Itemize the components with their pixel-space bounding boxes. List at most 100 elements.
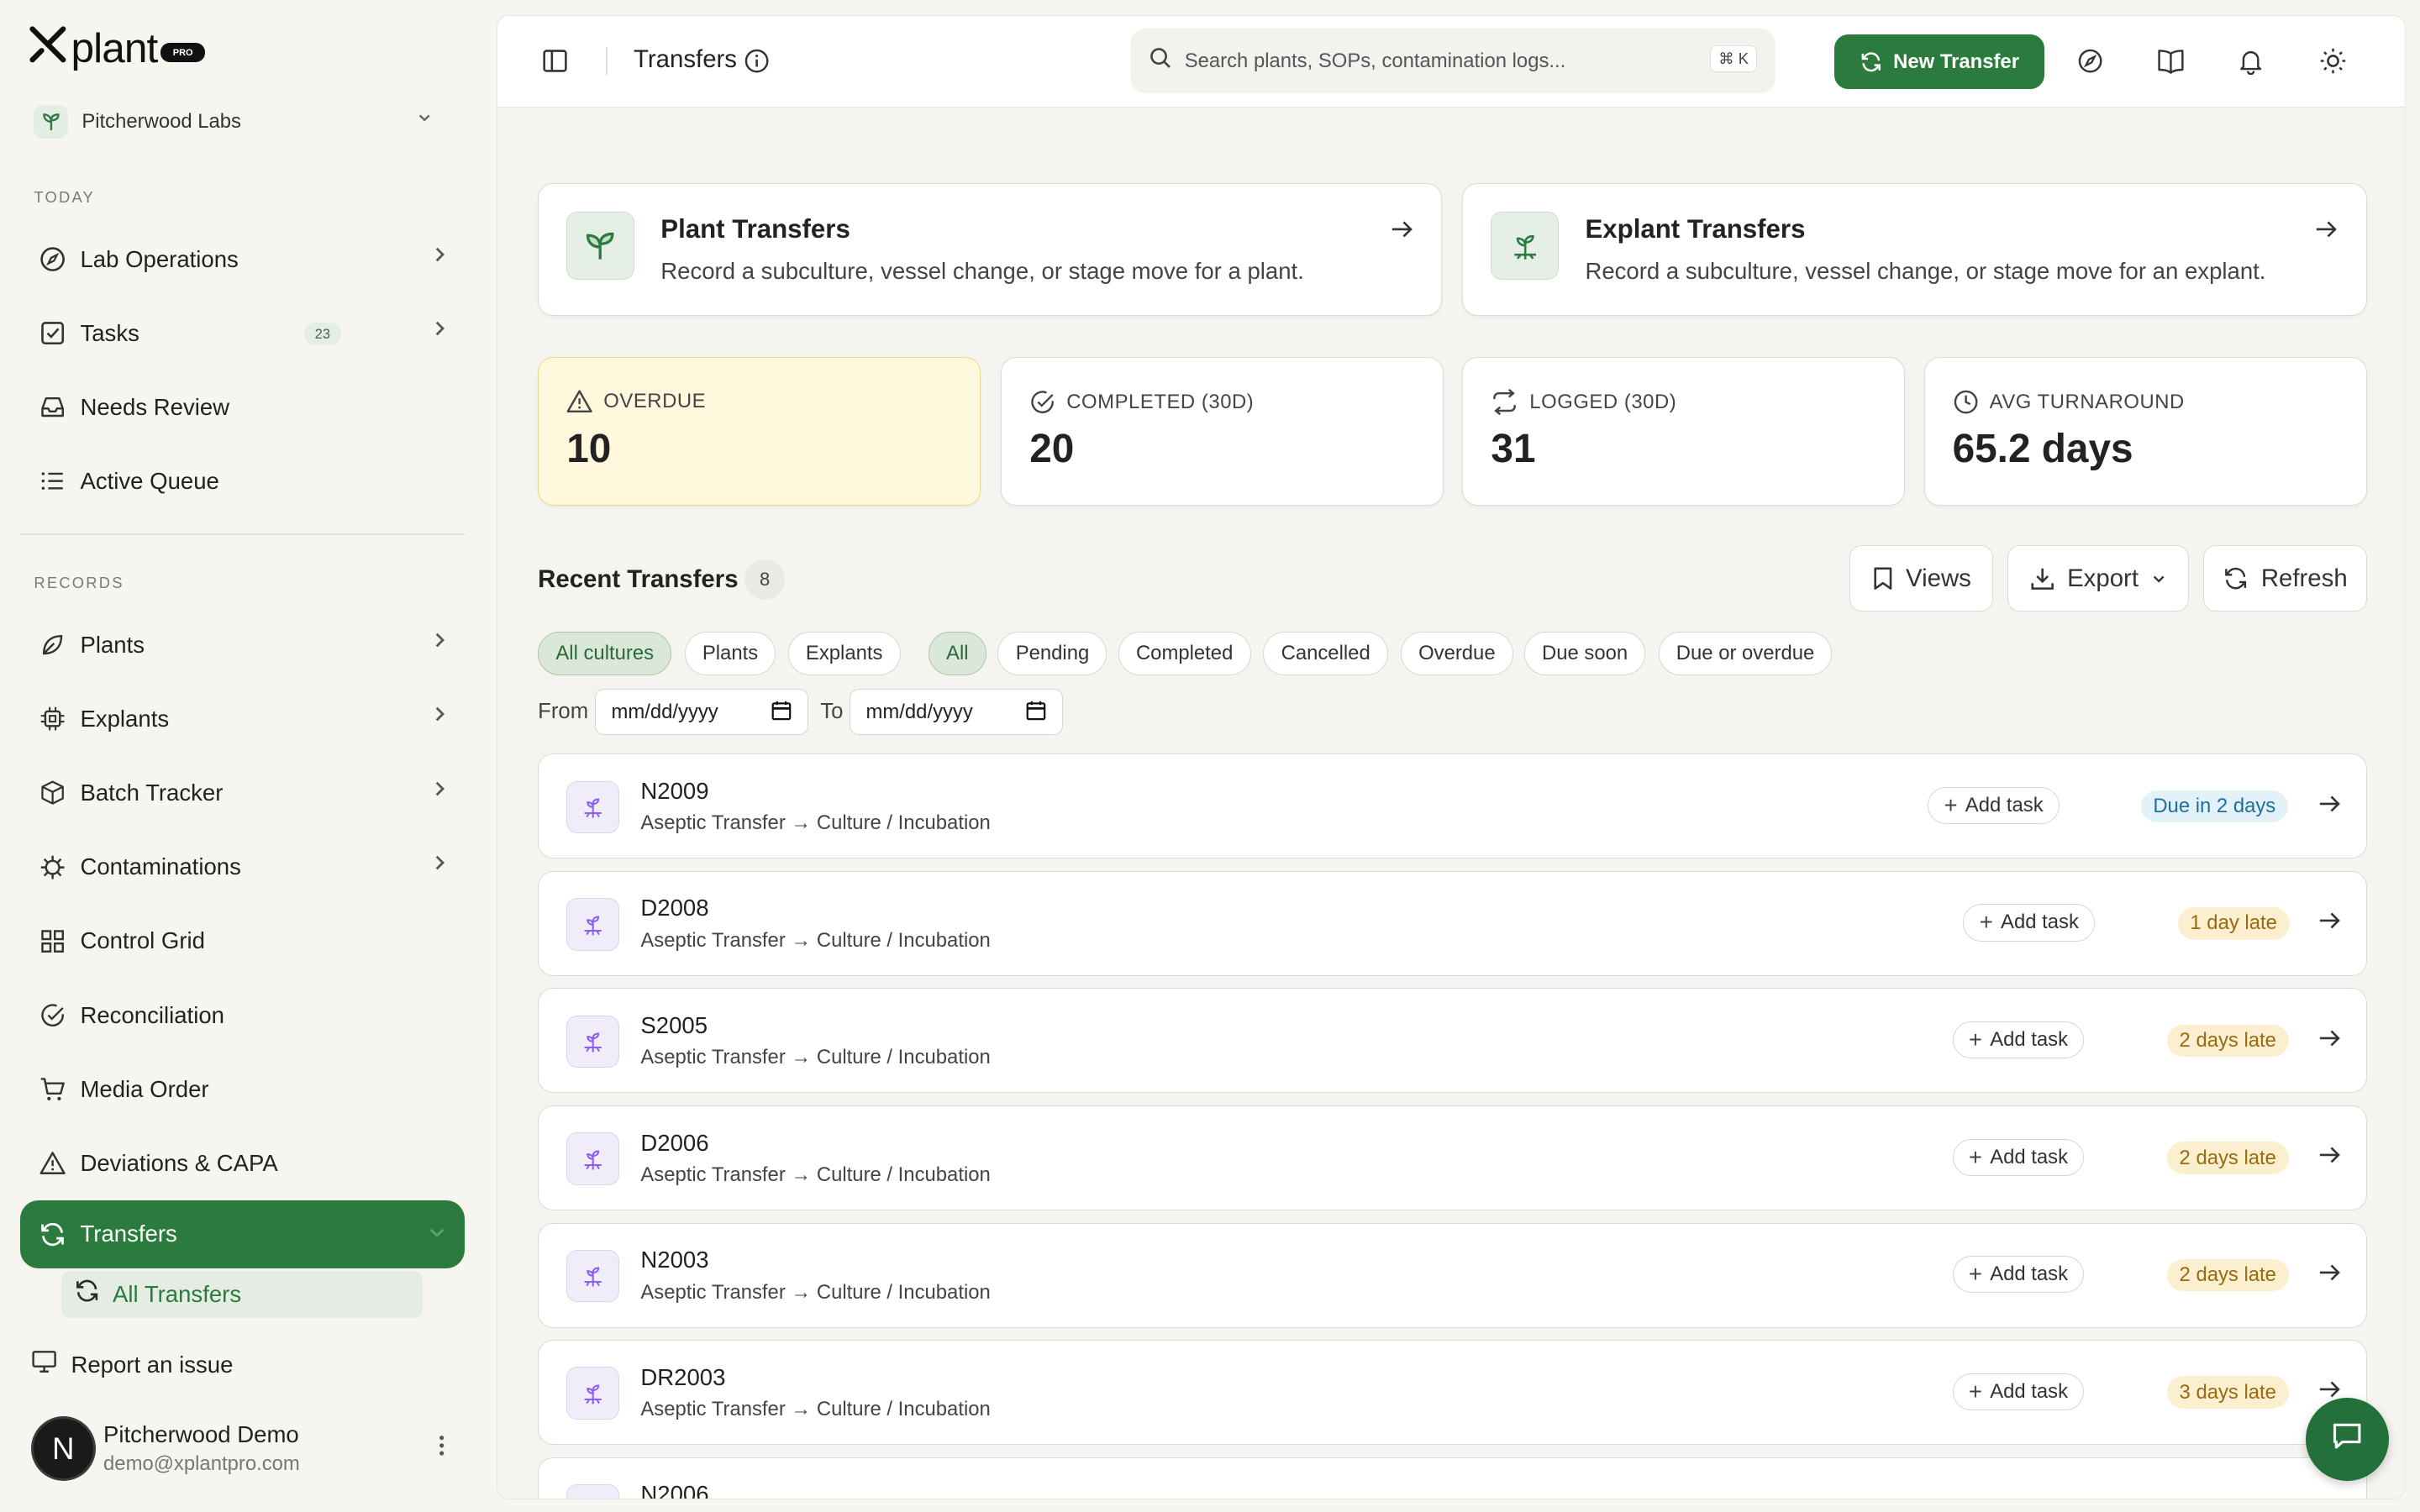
logo-pro-badge: PRO: [160, 43, 206, 63]
sidebar-item-deviations-capa[interactable]: Deviations & CAPA: [20, 1129, 465, 1197]
bell-icon[interactable]: [2233, 43, 2270, 80]
table-row[interactable]: D2006 Aseptic Transfer → Culture / Incub…: [538, 1105, 2367, 1210]
add-task-label: Add task: [1965, 793, 2044, 816]
more-vertical-icon[interactable]: [439, 1435, 445, 1463]
plant-transfers-card[interactable]: Plant Transfers Record a subculture, ves…: [538, 182, 1443, 316]
table-row[interactable]: DR2003 Aseptic Transfer → Culture / Incu…: [538, 1340, 2367, 1446]
refresh-button[interactable]: Refresh: [2202, 545, 2367, 612]
sidebar-item-needs-review[interactable]: Needs Review: [20, 373, 465, 441]
arrow-right-icon[interactable]: [2318, 1026, 2342, 1055]
filter-chip-due-or-overdue[interactable]: Due or overdue: [1658, 632, 1833, 675]
explant-icon: [566, 780, 619, 833]
sidebar-item-batch-tracker[interactable]: Batch Tracker: [20, 759, 465, 827]
arrow-right-icon[interactable]: [2318, 791, 2342, 820]
explant-icon: [566, 1484, 619, 1499]
info-icon[interactable]: [739, 43, 776, 80]
to-date-input[interactable]: mm/dd/yyyy: [850, 689, 1063, 736]
chevron-down-icon: [428, 1221, 446, 1245]
sidebar-subitem-all-transfers[interactable]: All Transfers: [61, 1271, 424, 1318]
to-label: To: [820, 700, 844, 724]
stat-label: OVERDUE: [603, 389, 707, 412]
add-task-button[interactable]: + Add task: [1952, 1021, 2085, 1059]
add-task-button[interactable]: + Add task: [1952, 1256, 2085, 1294]
stat-avg-turnaround: AVG TURNAROUND 65.2 days: [1923, 357, 2367, 506]
search-input[interactable]: Search plants, SOPs, contamination logs.…: [1130, 29, 1776, 94]
table-row[interactable]: N2009 Aseptic Transfer → Culture / Incub…: [538, 753, 2367, 859]
sidebar-item-active-queue[interactable]: Active Queue: [20, 448, 465, 516]
sidebar-item-control-grid[interactable]: Control Grid: [20, 907, 465, 975]
new-transfer-button[interactable]: New Transfer: [1833, 34, 2044, 89]
card-description: Record a subculture, vessel change, or s…: [660, 257, 1304, 284]
refresh-icon: [2225, 568, 2247, 590]
report-issue-link[interactable]: Report an issue: [31, 1348, 233, 1381]
plus-icon: +: [1944, 791, 1958, 818]
sidebar-item-label: Tasks: [80, 319, 139, 346]
stat-label-row: AVG TURNAROUND: [1953, 389, 2185, 415]
add-task-button[interactable]: + Add task: [1952, 1373, 2085, 1410]
refresh-icon: [74, 1278, 100, 1310]
status-badge: 2 days late: [2166, 1258, 2289, 1292]
status-badge: Due in 2 days: [2140, 790, 2288, 823]
filter-chip-cancelled[interactable]: Cancelled: [1263, 632, 1388, 675]
book-icon[interactable]: [2152, 43, 2189, 80]
download-icon: [2031, 568, 2054, 591]
compass-icon[interactable]: [2072, 43, 2109, 80]
sidebar-item-contaminations[interactable]: Contaminations: [20, 833, 465, 901]
sidebar-item-media-order[interactable]: Media Order: [20, 1055, 465, 1123]
sidebar-item-lab-operations[interactable]: Lab Operations: [20, 225, 465, 293]
chevron-down-icon: [417, 109, 432, 129]
sidebar-toggle-icon[interactable]: [536, 43, 573, 80]
explant-transfers-card[interactable]: Explant Transfers Record a subculture, v…: [1462, 182, 2367, 316]
table-row[interactable]: N2003 Aseptic Transfer → Culture / Incub…: [538, 1222, 2367, 1328]
sidebar-item-label: Transfers: [80, 1221, 177, 1247]
stat-value: 20: [1029, 427, 1075, 472]
chevron-down-icon: [2153, 575, 2165, 583]
org-switcher[interactable]: Pitcherwood Labs: [34, 102, 441, 142]
sidebar-item-explants[interactable]: Explants: [20, 685, 465, 753]
export-label: Export: [2067, 564, 2139, 592]
add-task-label: Add task: [1990, 1379, 2069, 1403]
sun-icon[interactable]: [2314, 43, 2351, 80]
arrow-right-icon[interactable]: [2318, 909, 2342, 937]
add-task-button[interactable]: + Add task: [1963, 904, 2096, 942]
export-button[interactable]: Export: [2007, 545, 2190, 612]
user-profile[interactable]: N Pitcherwood Demo demo@xplantpro.com: [30, 1415, 457, 1483]
transfer-id: N2006: [640, 1481, 709, 1500]
repeat-icon: [1493, 388, 1517, 416]
card-title: Plant Transfers: [660, 214, 850, 244]
filter-chip-plants[interactable]: Plants: [684, 632, 776, 675]
app-logo[interactable]: plant PRO: [28, 24, 206, 71]
sidebar-item-label: Contaminations: [80, 853, 241, 880]
table-row[interactable]: D2008 Aseptic Transfer → Culture / Incub…: [538, 870, 2367, 976]
filter-chip-due-soon[interactable]: Due soon: [1523, 632, 1646, 675]
from-date-input[interactable]: mm/dd/yyyy: [595, 689, 808, 736]
sidebar-item-plants[interactable]: Plants: [20, 611, 465, 679]
filter-chip-all[interactable]: All: [928, 632, 986, 675]
chat-button[interactable]: [2306, 1398, 2390, 1482]
filter-chip-explants[interactable]: Explants: [787, 632, 901, 675]
filter-chip-all-cultures[interactable]: All cultures: [538, 632, 672, 675]
arrow-right-icon[interactable]: [2318, 1143, 2342, 1172]
status-badge: 1 day late: [2177, 907, 2290, 940]
filter-chip-completed[interactable]: Completed: [1118, 632, 1251, 675]
table-row[interactable]: S2005 Aseptic Transfer → Culture / Incub…: [538, 988, 2367, 1094]
views-button[interactable]: Views: [1849, 545, 1994, 612]
add-task-button[interactable]: + Add task: [1928, 786, 2060, 824]
topbar: Transfers Search plants, SOPs, contamina…: [497, 16, 2406, 108]
sidebar-item-tasks[interactable]: Tasks 23: [20, 299, 465, 367]
status-badge: 2 days late: [2166, 1142, 2289, 1174]
x-logo-icon: [28, 24, 68, 71]
sidebar-divider: [19, 533, 465, 536]
filter-chip-pending[interactable]: Pending: [997, 632, 1107, 675]
inbox-icon: [39, 393, 66, 421]
add-task-button[interactable]: + Add task: [1952, 1138, 2085, 1176]
sidebar-item-transfers[interactable]: Transfers: [19, 1200, 465, 1268]
user-name: Pitcherwood Demo: [103, 1420, 299, 1447]
table-row[interactable]: N2006: [538, 1457, 2367, 1500]
search-icon: [1149, 46, 1172, 76]
user-text: Pitcherwood Demo demo@xplantpro.com: [103, 1421, 300, 1477]
section-label-today: TODAY: [34, 188, 95, 207]
sidebar-item-reconciliation[interactable]: Reconciliation: [20, 981, 465, 1049]
arrow-right-icon[interactable]: [2318, 1261, 2342, 1289]
filter-chip-overdue[interactable]: Overdue: [1400, 632, 1513, 675]
